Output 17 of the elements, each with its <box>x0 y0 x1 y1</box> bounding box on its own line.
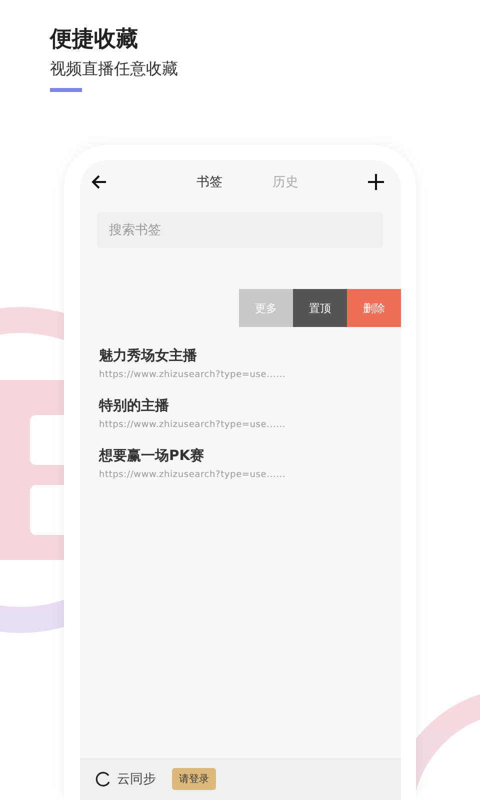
bookmark-url: https://www.zhizusearch?type=use...... <box>99 370 286 380</box>
accent-bar <box>50 88 82 92</box>
swipe-action-button[interactable]: 置顶 <box>293 289 347 327</box>
page-subtitle: 视频直播任意收藏 <box>50 58 178 80</box>
bookmark-title[interactable]: 特别的主播 <box>99 397 169 415</box>
bookmark-title[interactable]: 魅力秀场女主播 <box>99 347 197 365</box>
back-arrow-icon[interactable] <box>90 173 108 191</box>
sync-label: 云同步 <box>117 771 156 788</box>
login-button[interactable]: 请登录 <box>172 768 216 790</box>
refresh-icon[interactable] <box>95 771 111 787</box>
search-field[interactable]: 搜索书签 <box>97 212 383 248</box>
tab[interactable]: 书签 <box>196 173 222 191</box>
bookmark-url: https://www.zhizusearch?type=use...... <box>99 470 286 480</box>
page-title: 便捷收藏 <box>50 26 138 54</box>
add-icon[interactable] <box>367 173 385 191</box>
bookmark-url: https://www.zhizusearch?type=use...... <box>99 420 286 430</box>
bookmark-title[interactable]: 想要赢一场PK赛 <box>99 447 204 465</box>
